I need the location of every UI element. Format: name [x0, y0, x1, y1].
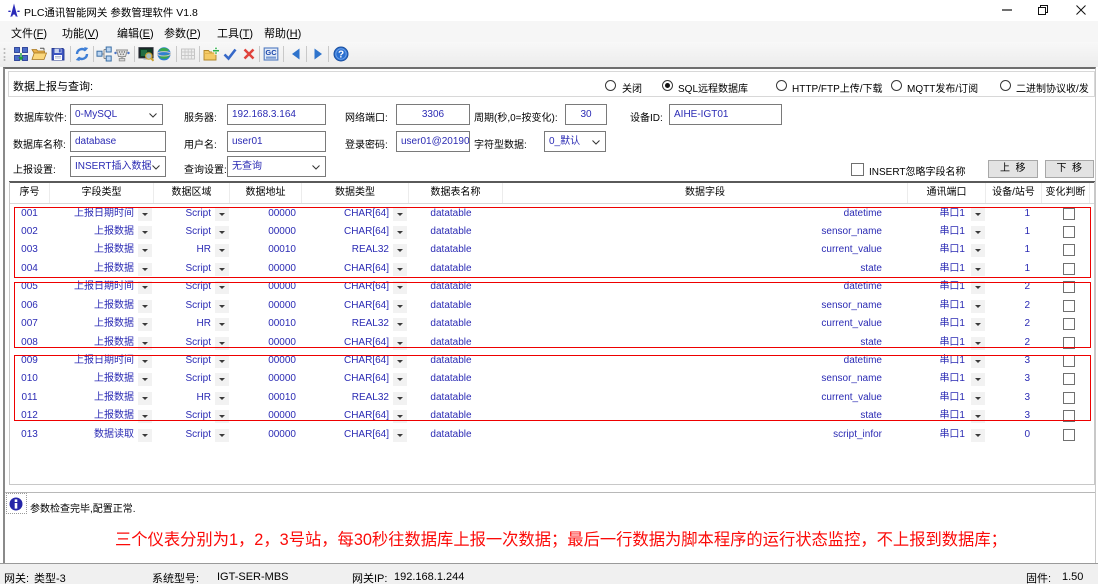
svg-text:GC: GC	[265, 48, 277, 57]
svg-text:?: ?	[338, 50, 344, 61]
